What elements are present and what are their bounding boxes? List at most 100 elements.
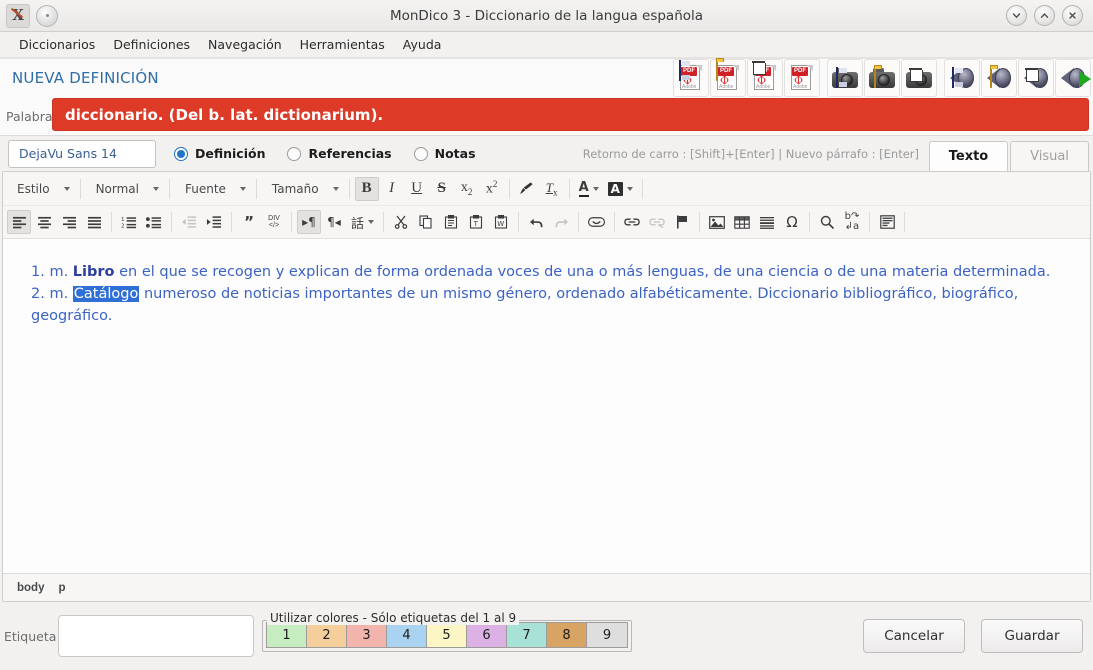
language-button[interactable]: 話 [347,210,378,234]
ltr-icon: ▸¶ [302,215,316,229]
special-character-button[interactable]: Ω [780,210,804,234]
align-right-button[interactable] [57,210,81,234]
tag-color-8[interactable]: 8 [547,623,587,647]
word-field[interactable]: diccionario. (Del b. lat. dictionarium). [52,98,1089,131]
unlink-button[interactable] [645,210,669,234]
font-display-input[interactable]: DejaVu Sans 14 [8,139,156,168]
superscript-button[interactable]: x2 [480,177,504,201]
tag-color-6[interactable]: 6 [467,623,507,647]
element-path-p[interactable]: p [58,582,65,594]
italic-button[interactable]: I [380,177,404,201]
tag-color-1[interactable]: 1 [267,623,307,647]
menu-item-ayuda[interactable]: Ayuda [394,34,451,55]
paste-from-word-button[interactable]: W [489,210,513,234]
link-icon [624,218,640,226]
font-size-combo-label: Tamaño [271,181,319,196]
photo-open-button[interactable] [864,59,900,97]
text-direction-ltr-button[interactable]: ▸¶ [297,210,321,234]
audio-open-button[interactable] [981,59,1017,97]
text-direction-rtl-button[interactable]: ¶◂ [322,210,346,234]
element-path-body[interactable]: body [17,582,44,594]
table-button[interactable] [730,210,754,234]
pdf-open-button[interactable]: PDF Φ Adobe [710,59,746,97]
copy-formatting-button[interactable] [515,177,539,201]
tab-visual[interactable]: Visual [1010,140,1089,171]
paragraph-format-combo[interactable]: Normal [86,177,164,201]
font-family-combo[interactable]: Fuente [175,177,251,201]
numbered-list-button[interactable]: 12 [117,210,141,234]
horizontal-rule-button[interactable] [755,210,779,234]
bold-button[interactable]: B [354,176,379,201]
options-row: DejaVu Sans 14 Definición Referencias No… [0,135,1093,171]
subscript-icon: x2 [460,180,473,197]
menu-bar: Diccionarios Definiciones Navegación Her… [0,32,1093,58]
strikethrough-button[interactable]: S [430,177,454,201]
increase-indent-button[interactable] [202,210,226,234]
text-color-button[interactable]: A [575,177,603,201]
undo-button[interactable] [524,210,548,234]
align-left-button[interactable] [7,210,31,234]
smiley-icon [588,217,606,227]
minimize-button[interactable] [1006,5,1027,26]
tag-color-3[interactable]: 3 [347,623,387,647]
title-bar-menu-button[interactable] [36,4,58,27]
smiley-button[interactable] [584,210,609,234]
tag-color-2[interactable]: 2 [307,623,347,647]
radio-notas[interactable]: Notas [413,146,476,161]
radio-definicion[interactable]: Definición [174,146,265,161]
menu-item-diccionarios[interactable]: Diccionarios [10,34,104,55]
pdf-view-button[interactable]: PDF Φ Adobe [784,59,820,97]
tag-input[interactable] [58,615,254,657]
tag-color-4[interactable]: 4 [387,623,427,647]
underline-button[interactable]: U [405,177,429,201]
tag-color-7[interactable]: 7 [507,623,547,647]
blockquote-button[interactable]: ” [237,210,261,234]
pdf-delete-button[interactable]: PDF Φ Adobe [747,59,783,97]
divider [699,212,701,232]
copy-button[interactable] [414,210,438,234]
decrease-indent-button[interactable] [177,210,201,234]
link-button[interactable] [620,210,644,234]
radio-referencias[interactable]: Referencias [287,146,392,161]
audio-play-button[interactable] [1055,59,1091,97]
remove-format-button[interactable]: Tx [540,177,564,201]
photo-save-button[interactable] [827,59,863,97]
menu-item-definiciones[interactable]: Definiciones [104,34,199,55]
app-logo-icon[interactable]: X [6,3,30,28]
font-size-combo[interactable]: Tamaño [262,177,344,201]
templates-button[interactable] [875,210,899,234]
align-center-button[interactable] [32,210,56,234]
align-justify-button[interactable] [82,210,106,234]
word-row: Palabra diccionario. (Del b. lat. dictio… [0,97,1093,135]
anchor-button[interactable] [670,210,694,234]
pdf-save-button[interactable]: PDF Φ Adobe [673,59,709,97]
audio-delete-button[interactable] [1018,59,1054,97]
replace-button[interactable]: b↷ ↲a [840,210,864,234]
menu-item-navegacion[interactable]: Navegación [199,34,291,55]
subscript-button[interactable]: x2 [455,177,479,201]
cancel-button[interactable]: Cancelar [863,619,965,653]
image-button[interactable] [705,210,729,234]
paste-button[interactable] [439,210,463,234]
audio-save-button[interactable] [944,59,980,97]
definition-text-area[interactable]: 1. m. Libro en el que se recogen y expli… [3,239,1090,573]
photo-delete-button[interactable] [901,59,937,97]
section-radio-group: Definición Referencias Notas [174,146,476,161]
create-div-button[interactable]: DIV </> [262,210,286,234]
redo-button[interactable] [549,210,573,234]
background-color-button[interactable]: A [604,177,637,201]
tag-color-5[interactable]: 5 [427,623,467,647]
menu-item-herramientas[interactable]: Herramientas [291,34,394,55]
cut-button[interactable] [389,210,413,234]
chevron-down-icon [63,186,70,191]
tag-color-9[interactable]: 9 [587,623,627,647]
maximize-button[interactable] [1034,5,1055,26]
save-button[interactable]: Guardar [981,619,1083,653]
style-combo[interactable]: Estilo [7,177,75,201]
bulleted-list-button[interactable] [142,210,166,234]
paste-as-text-button[interactable]: T [464,210,488,234]
find-button[interactable] [815,210,839,234]
close-button[interactable] [1062,5,1083,26]
table-icon [734,215,750,229]
tab-texto[interactable]: Texto [929,140,1008,171]
